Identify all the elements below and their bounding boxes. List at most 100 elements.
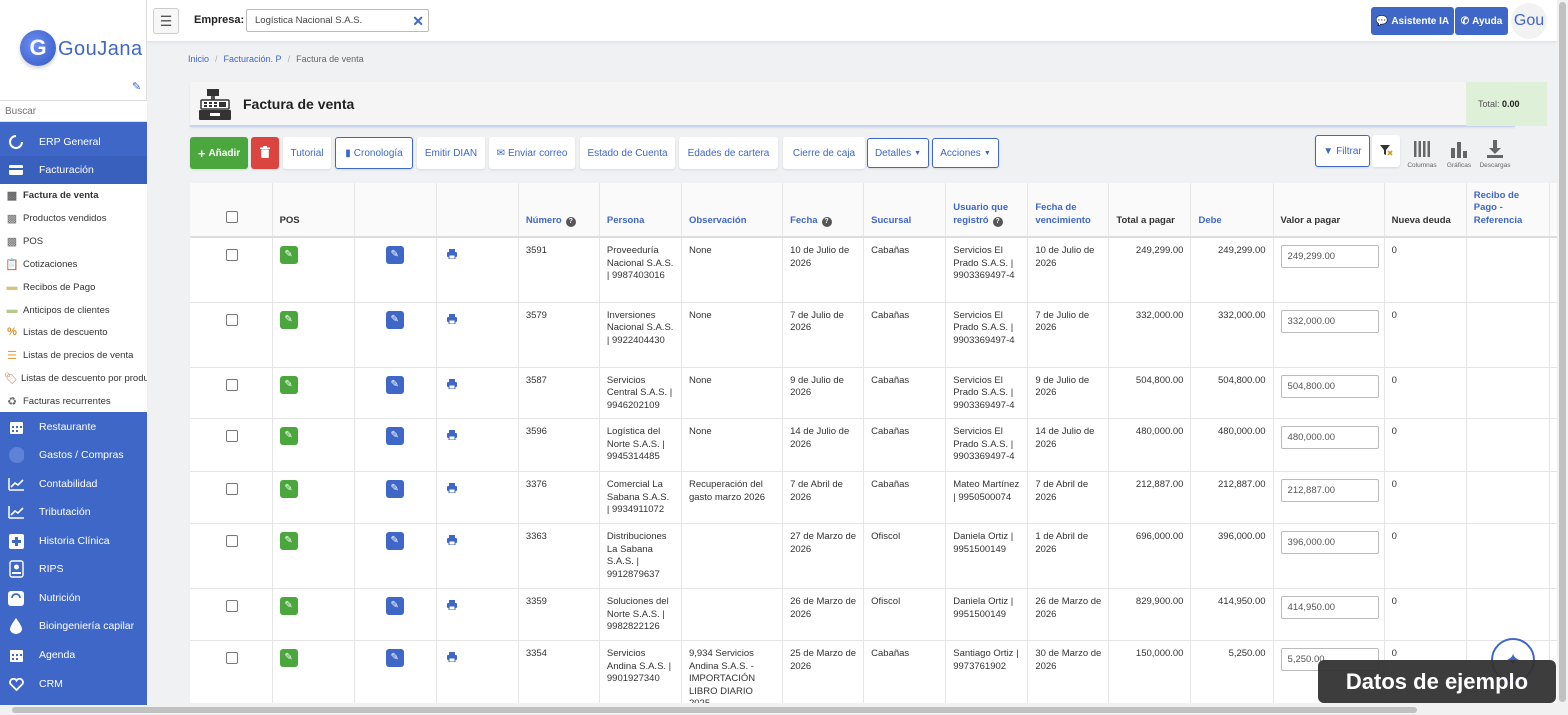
header-sucursal[interactable]: Sucursal [863,183,947,238]
graficas-button[interactable]: Gráficas [1441,140,1477,169]
vertical-scrollbar-thumb[interactable] [1559,2,1566,702]
header-fecha[interactable]: Fecha? [782,183,865,238]
enviar-correo-button[interactable]: ✉ Enviar correo [489,137,575,169]
pos-edit-button[interactable]: ✎ [279,246,298,264]
pos-edit-button[interactable]: ✎ [279,427,298,445]
hamburger-menu-icon[interactable]: ☰ [153,8,179,34]
sidebar-item-restaurante[interactable]: Restaurante [0,413,147,441]
table-row[interactable]: ✎ ✎ 3376 Comercial La Sabana S.A.S. | 99349… [190,471,1557,524]
breadcrumb-section[interactable]: Facturación. P [224,54,282,64]
edit-button[interactable]: ✎ [385,532,404,550]
sub-item-anticipos[interactable]: ▬ Anticipos de clientes [0,299,147,321]
sub-item-listas-descuento-producto[interactable]: 🏷Listas de descuento por producto [0,367,147,389]
print-icon[interactable] [446,652,457,667]
sidebar-item-bioingenieria[interactable]: Bioingeniería capilar [0,612,147,640]
cronologia-button[interactable]: ▮ Cronología [335,137,413,169]
sub-item-recibos-de-pago[interactable]: ▬ Recibos de Pago [0,276,147,298]
sub-item-facturas-recurrentes[interactable]: ♻ Facturas recurrentes [0,390,147,412]
sub-item-cotizaciones[interactable]: 📋 Cotizaciones [0,253,147,275]
edit-button[interactable]: ✎ [385,597,404,615]
edit-button[interactable]: ✎ [385,375,404,394]
select-all-checkbox[interactable] [226,210,238,223]
pos-edit-button[interactable]: ✎ [279,310,298,329]
header-recibo[interactable]: Recibo de Pago - Referencia [1466,183,1550,238]
header-debe[interactable]: Debe [1190,183,1274,238]
pos-edit-button[interactable]: ✎ [279,532,298,550]
breadcrumb-home[interactable]: Inicio [188,54,209,64]
valor-a-pagar-input[interactable]: 249,299.00 [1280,245,1379,268]
edit-button[interactable]: ✎ [385,649,404,667]
table-row[interactable]: ✎ ✎ 3359 Soluciones del Norte S.A.S. | 9982… [190,588,1557,641]
sub-item-productos-vendidos[interactable]: ▩ Productos vendidos [0,207,147,229]
edades-cartera-button[interactable]: Edades de cartera [679,137,778,169]
valor-a-pagar-input[interactable]: 480,000.00 [1280,426,1379,449]
acciones-dropdown[interactable]: Acciones ▼ [932,138,999,168]
edit-button[interactable]: ✎ [385,246,404,264]
valor-a-pagar-input[interactable]: 332,000.00 [1280,309,1379,333]
table-row[interactable]: ✎ ✎ 3591 Proveeduría Nacional S.A.S. | 9987… [190,237,1557,303]
print-icon[interactable] [446,313,457,329]
descargas-button[interactable]: Descargas [1477,140,1513,169]
row-checkbox[interactable] [226,430,238,442]
pos-edit-button[interactable]: ✎ [279,480,298,498]
sidebar-item-tributacion[interactable]: Tributación [0,498,147,526]
sidebar-item-erp-general[interactable]: ERP General [0,128,147,156]
ayuda-button[interactable]: ✆ Ayuda [1455,7,1508,35]
sidebar-item-crm[interactable]: CRM [0,670,147,698]
valor-a-pagar-input[interactable]: 504,800.00 [1280,374,1379,398]
sidebar-item-gastos-compras[interactable]: Gastos / Compras [0,441,147,469]
row-checkbox[interactable] [226,652,238,664]
row-checkbox[interactable] [226,535,238,547]
header-numero[interactable]: Número? [518,183,600,238]
header-usuario[interactable]: Usuario que registró? [945,183,1029,238]
empresa-select[interactable]: Logística Nacional S.A.S. ✕ [246,9,429,32]
print-icon[interactable] [446,430,457,445]
columnas-button[interactable]: Columnas [1404,140,1440,169]
print-icon[interactable] [446,378,457,394]
horizontal-scrollbar-thumb[interactable] [12,707,1417,713]
print-icon[interactable] [446,600,457,615]
header-vencimiento[interactable]: Fecha de vencimiento [1027,183,1110,238]
row-checkbox[interactable] [226,483,238,495]
help-icon[interactable]: ? [992,216,1003,227]
pos-edit-button[interactable]: ✎ [279,649,298,667]
help-icon[interactable]: ? [565,216,576,227]
edit-button[interactable]: ✎ [385,310,404,329]
sub-item-listas-precios[interactable]: ☰ Listas de precios de venta [0,344,147,366]
clear-filter-button[interactable] [1372,135,1400,167]
detalles-dropdown[interactable]: Detalles ▼ [867,138,929,168]
row-checkbox[interactable] [226,600,238,612]
cierre-caja-button[interactable]: Cierre de caja [783,137,865,169]
sidebar-item-agenda[interactable]: Agenda [0,641,147,669]
row-checkbox[interactable] [226,313,238,326]
estado-cuenta-button[interactable]: Estado de Cuenta [580,137,675,169]
filtrar-button[interactable]: ▼ Filtrar [1315,135,1370,167]
sub-item-listas-descuento[interactable]: % Listas de descuento [0,321,147,343]
pos-edit-button[interactable]: ✎ [279,597,298,615]
sidebar-item-historia-clinica[interactable]: Historia Clínica [0,527,147,555]
edit-button[interactable]: ✎ [385,480,404,498]
asistente-ia-button[interactable]: 💬 Asistente IA [1371,7,1454,35]
help-icon[interactable]: ? [821,216,832,227]
table-row[interactable]: ✎ ✎ 3596 Logística del Norte S.A.S. | 99453… [190,418,1557,472]
avatar[interactable]: Gou [1511,3,1547,39]
row-checkbox[interactable] [226,378,238,391]
sub-item-pos[interactable]: ▩ POS [0,230,147,252]
sidebar-item-facturacion[interactable]: Facturación [0,156,147,184]
pos-edit-button[interactable]: ✎ [279,375,298,394]
print-icon[interactable] [446,535,457,550]
sub-item-factura-de-venta[interactable]: ▩ Factura de venta [0,184,147,206]
valor-a-pagar-input[interactable]: 396,000.00 [1280,531,1379,554]
print-icon[interactable] [446,249,457,264]
header-observacion[interactable]: Observación [681,183,784,238]
sidebar-item-rips[interactable]: RIPS [0,555,147,583]
horizontal-scrollbar[interactable] [0,705,1568,715]
emitir-dian-button[interactable]: Emitir DIAN [417,137,485,169]
row-checkbox[interactable] [226,249,238,261]
print-icon[interactable] [446,483,457,498]
add-button[interactable]: + Añadir [190,137,248,169]
tutorial-button[interactable]: Tutorial [283,137,331,169]
delete-button[interactable] [251,137,279,169]
table-row[interactable]: ✎ ✎ 3579 Inversiones Nacional S.A.S. | 9922… [190,302,1557,368]
clear-x-icon[interactable]: ✕ [412,13,424,30]
